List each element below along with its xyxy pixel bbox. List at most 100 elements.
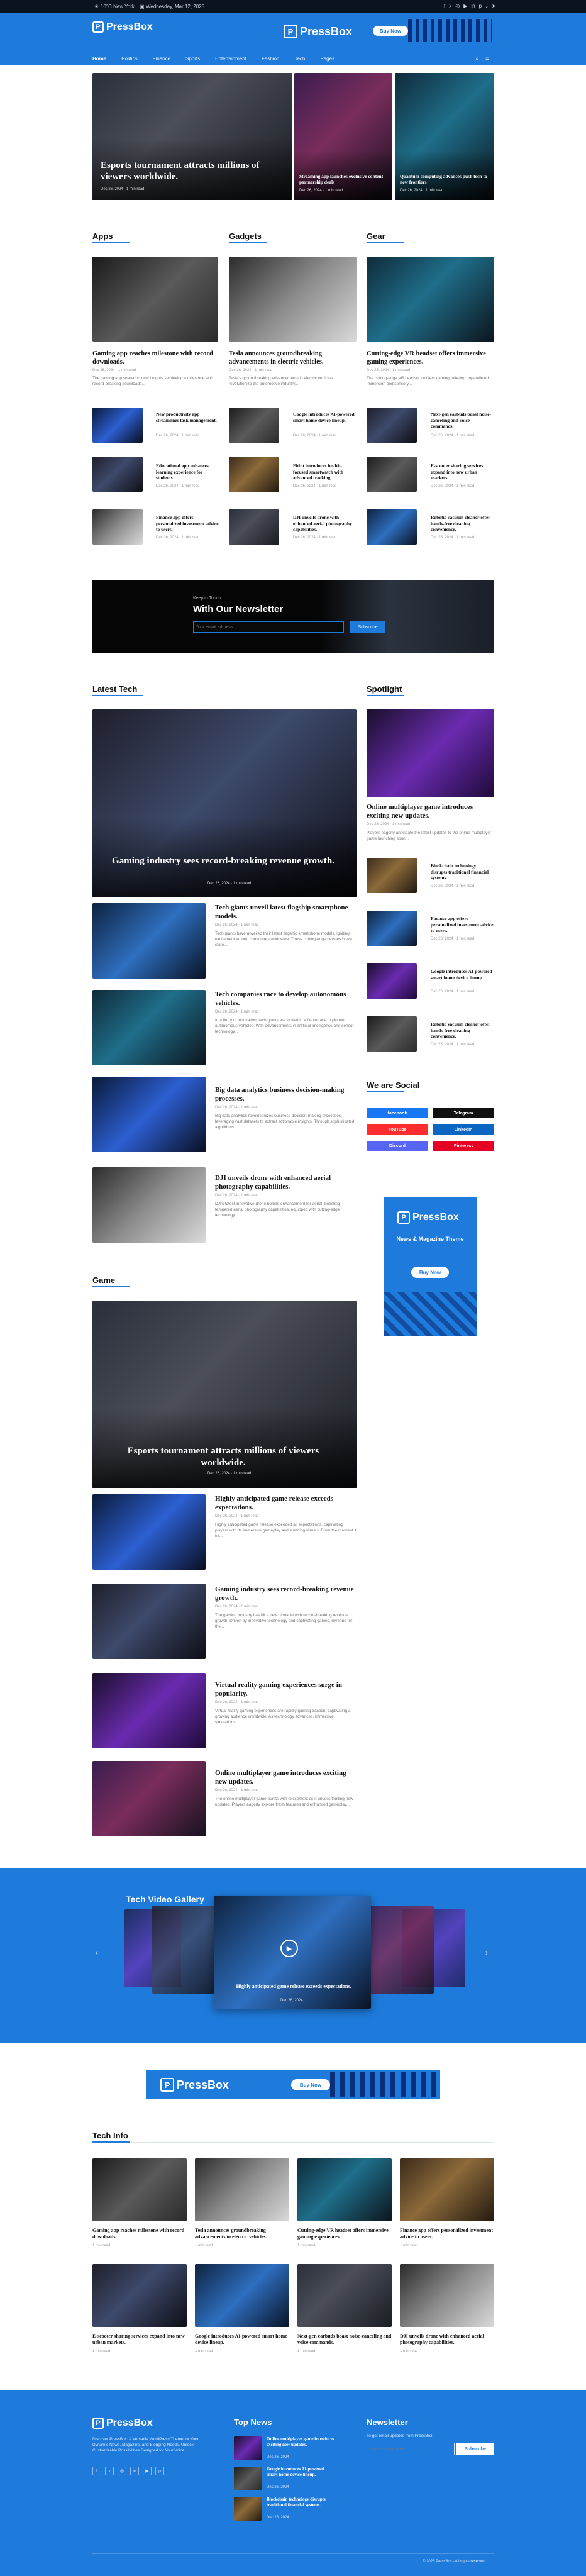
- gear-item1-image[interactable]: [367, 408, 417, 443]
- gear-item1-title[interactable]: Next-gen earbuds boast noise-canceling a…: [431, 411, 494, 430]
- hero-side1-title[interactable]: Streaming app launches exclusive content…: [299, 174, 387, 185]
- latest-item1-title[interactable]: Tech giants unveil latest flagship smart…: [215, 903, 357, 921]
- game-item1-image[interactable]: [92, 1494, 206, 1570]
- apps-item1-title[interactable]: New productivity app streamlines task ma…: [156, 411, 219, 423]
- nav-home[interactable]: Home: [92, 56, 106, 62]
- nav-tech[interactable]: Tech: [294, 56, 305, 62]
- play-icon[interactable]: ▶: [280, 1940, 298, 1957]
- gadgets-item2-title[interactable]: Fitbit introduces health-focused smartwa…: [293, 463, 356, 481]
- social-youtube-button[interactable]: YouTube: [367, 1124, 428, 1135]
- nav-entertainment[interactable]: Entertainment: [215, 56, 246, 62]
- latest-item3-image[interactable]: [92, 1077, 206, 1152]
- social-facebook-button[interactable]: facebook: [367, 1108, 428, 1118]
- search-icon[interactable]: ⌕: [475, 55, 479, 62]
- apps-item2-image[interactable]: [92, 457, 143, 492]
- twitter-icon[interactable]: x: [105, 2467, 114, 2475]
- facebook-icon[interactable]: f: [92, 2467, 101, 2475]
- apps-lead-title[interactable]: Gaming app reaches milestone with record…: [92, 350, 218, 366]
- nav-finance[interactable]: Finance: [153, 56, 170, 62]
- game-item4-image[interactable]: [92, 1761, 206, 1836]
- video-card-left[interactable]: [152, 1906, 221, 1994]
- chevron-right-icon[interactable]: ›: [485, 1948, 488, 1957]
- techinfo-item6-image[interactable]: [195, 2264, 289, 2327]
- site-logo[interactable]: P PressBox: [92, 21, 153, 33]
- tiktok-icon[interactable]: ♪: [485, 3, 488, 9]
- apps-item3-title[interactable]: Finance app offers personalized investme…: [156, 514, 219, 533]
- newsletter-subscribe-button[interactable]: Subscribe: [350, 621, 385, 633]
- gear-lead-image[interactable]: [367, 257, 494, 342]
- techinfo-item4-image[interactable]: [400, 2158, 494, 2221]
- side-ad-banner[interactable]: P PressBox News & Magazine Theme Buy Now: [384, 1197, 477, 1336]
- gear-lead-title[interactable]: Cutting-edge VR headset offers immersive…: [367, 350, 494, 366]
- side-ad-buy-button[interactable]: Buy Now: [411, 1267, 449, 1278]
- gadgets-item1-title[interactable]: Google introduces AI-powered smart home …: [293, 411, 356, 423]
- techinfo-item2-image[interactable]: [195, 2158, 289, 2221]
- gear-item3-image[interactable]: [367, 509, 417, 545]
- instagram-icon[interactable]: ◎: [455, 3, 460, 9]
- techinfo-item1-image[interactable]: [92, 2158, 187, 2221]
- latest-item2-image[interactable]: [92, 990, 206, 1065]
- spotlight-item1-image[interactable]: [367, 858, 417, 893]
- nav-politics[interactable]: Politics: [121, 56, 137, 62]
- gadgets-item1-image[interactable]: [229, 408, 279, 443]
- latest-item2-title[interactable]: Tech companies race to develop autonomou…: [215, 990, 357, 1008]
- youtube-icon[interactable]: ▶: [463, 3, 467, 9]
- game-item4-title[interactable]: Online multiplayer game introduces excit…: [215, 1768, 357, 1786]
- social-pinterest-button[interactable]: Pinterest: [433, 1141, 494, 1151]
- apps-item2-title[interactable]: Educational app enhances learning experi…: [156, 463, 219, 481]
- gadgets-lead-title[interactable]: Tesla announces groundbreaking advanceme…: [229, 350, 357, 366]
- instagram-icon[interactable]: ◎: [118, 2467, 126, 2475]
- game-item3-title[interactable]: Virtual reality gaming experiences surge…: [215, 1680, 357, 1698]
- game-feature-title[interactable]: Esports tournament attracts millions of …: [107, 1445, 340, 1469]
- header-ad-banner[interactable]: P PressBox Buy Now: [273, 18, 496, 44]
- gadgets-item3-title[interactable]: DJI unveils drone with enhanced aerial p…: [293, 514, 356, 533]
- apps-item3-image[interactable]: [92, 509, 143, 545]
- spotlight-item2-image[interactable]: [367, 911, 417, 946]
- spotlight-item4-image[interactable]: [367, 1016, 417, 1052]
- game-item3-image[interactable]: [92, 1673, 206, 1748]
- gear-item2-title[interactable]: E-scooter sharing services expand into n…: [431, 463, 494, 481]
- techinfo-item5-image[interactable]: [92, 2264, 187, 2327]
- bottom-ad-banner[interactable]: P PressBox Buy Now: [146, 2070, 440, 2099]
- gadgets-item2-image[interactable]: [229, 457, 279, 492]
- chevron-left-icon[interactable]: ‹: [96, 1948, 98, 1957]
- footer-news1-image[interactable]: [234, 2436, 262, 2460]
- linkedin-icon[interactable]: in: [130, 2467, 139, 2475]
- social-discord-button[interactable]: Discord: [367, 1141, 428, 1151]
- footer-email-input[interactable]: [369, 2445, 451, 2453]
- gadgets-item3-image[interactable]: [229, 509, 279, 545]
- newsletter-email-input[interactable]: [196, 623, 290, 631]
- hero-side2-title[interactable]: Quantum computing advances push tech to …: [400, 174, 488, 185]
- pinterest-icon[interactable]: p: [155, 2467, 164, 2475]
- apps-lead-image[interactable]: [92, 257, 218, 342]
- telegram-icon[interactable]: ➤: [492, 3, 496, 9]
- footer-news3-image[interactable]: [234, 2497, 262, 2521]
- video-center-caption[interactable]: Highly anticipated game release exceeds …: [234, 1984, 353, 1990]
- menu-icon[interactable]: ≡: [485, 55, 489, 62]
- spotlight-lead-image[interactable]: [367, 709, 494, 797]
- footer-subscribe-button[interactable]: Subscribe: [456, 2443, 494, 2455]
- video-card-right[interactable]: [363, 1906, 434, 1994]
- linkedin-icon[interactable]: in: [471, 3, 475, 9]
- nav-pages[interactable]: Pages: [320, 56, 334, 62]
- header-ad-buy-button[interactable]: Buy Now: [373, 26, 408, 36]
- techinfo-item3-image[interactable]: [297, 2158, 392, 2221]
- game-item2-image[interactable]: [92, 1584, 206, 1659]
- nav-fashion[interactable]: Fashion: [262, 56, 279, 62]
- techinfo-item7-image[interactable]: [297, 2264, 392, 2327]
- spotlight-lead-title[interactable]: Online multiplayer game introduces excit…: [367, 802, 494, 820]
- facebook-icon[interactable]: f: [444, 3, 445, 9]
- techinfo-item8-image[interactable]: [400, 2264, 494, 2327]
- game-item2-title[interactable]: Gaming industry sees record-breaking rev…: [215, 1585, 357, 1602]
- bottom-ad-buy-button[interactable]: Buy Now: [291, 2079, 330, 2090]
- apps-item1-image[interactable]: [92, 408, 143, 443]
- latest-feature-title[interactable]: Gaming industry sees record-breaking rev…: [107, 855, 340, 867]
- nav-sports[interactable]: Sports: [185, 56, 200, 62]
- pinterest-icon[interactable]: p: [479, 3, 482, 9]
- latest-item4-image[interactable]: [92, 1167, 206, 1243]
- gadgets-lead-image[interactable]: [229, 257, 357, 342]
- gear-item3-title[interactable]: Robotic vacuum cleaner offer hands-free …: [431, 514, 494, 533]
- game-item1-title[interactable]: Highly anticipated game release exceeds …: [215, 1494, 357, 1512]
- social-linkedin-button[interactable]: LinkedIn: [433, 1124, 494, 1135]
- footer-news2-image[interactable]: [234, 2467, 262, 2490]
